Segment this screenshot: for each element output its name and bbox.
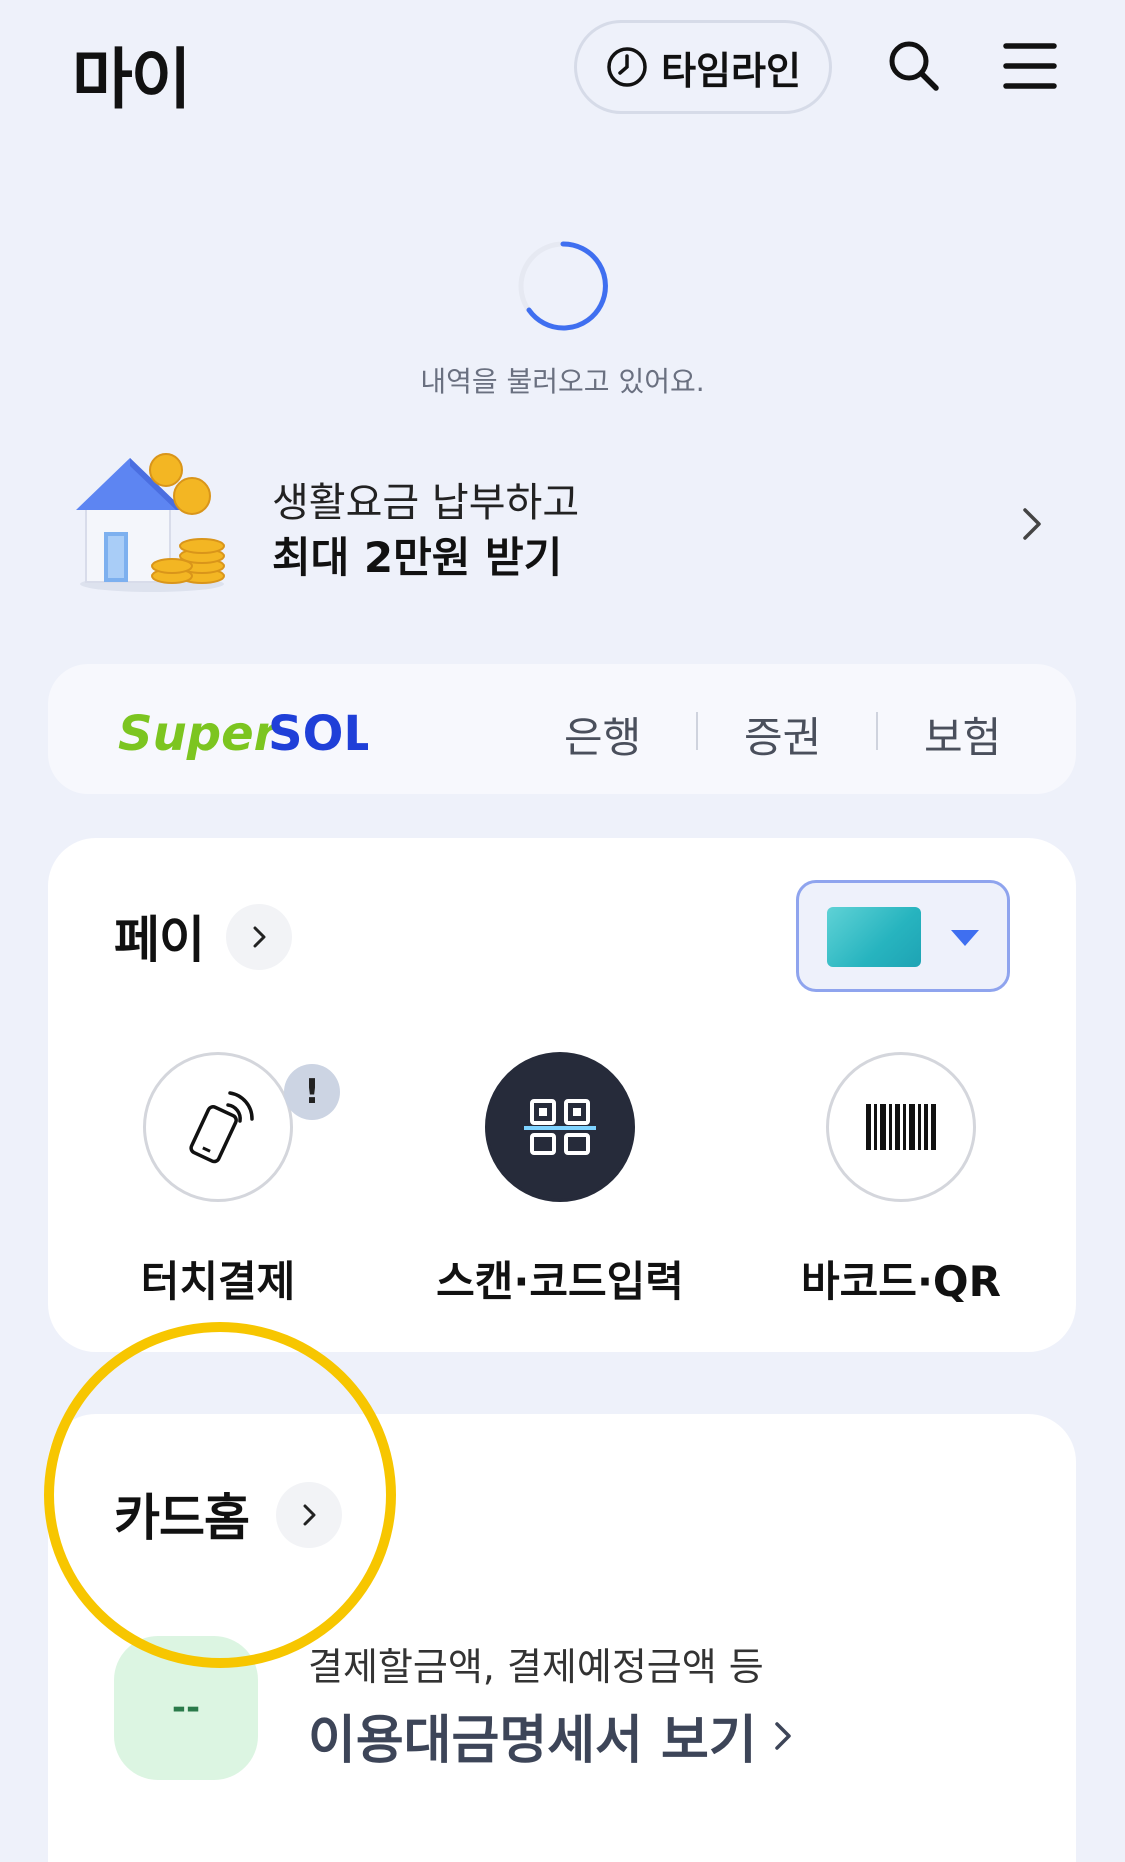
clock-icon [607,47,647,87]
touch-pay-label: 터치결제 [140,1257,296,1306]
hamburger-icon [1003,43,1057,89]
page-title: 마이 [72,41,191,118]
promo-line2: 최대 2만원 받기 [272,533,563,582]
tab-divider [696,712,698,750]
pay-more-button[interactable] [226,904,292,970]
promo-line1: 생활요금 납부하고 [272,480,580,526]
barcode-icon [866,1104,936,1150]
alert-badge: ! [284,1064,340,1120]
barcode-qr-label: 바코드·QR [801,1257,1001,1306]
header: 마이 타임라인 [0,0,1125,140]
highlight-circle-annotation [44,1322,396,1668]
search-icon [889,41,939,91]
barcode-qr-button[interactable] [826,1052,976,1202]
supersol-logo: Super SOL [118,706,368,762]
view-statement-link[interactable]: 이용대금명세서 보기 [308,1698,795,1773]
tab-insurance[interactable]: 보험 [924,704,1001,765]
scan-code-item[interactable]: 스캔·코드입력 [436,1052,684,1312]
scan-code-button[interactable] [485,1052,635,1202]
promo-banner[interactable]: 생활요금 납부하고 최대 2만원 받기 [72,444,1062,594]
tab-securities[interactable]: 증권 [744,704,821,765]
menu-button[interactable] [1000,38,1060,94]
supersol-logo-sol: SOL [268,706,368,762]
loading-spinner [518,241,608,331]
house-coins-icon [76,453,225,592]
supersol-bar: Super SOL 은행 증권 보험 [48,664,1076,794]
view-statement-label: 이용대금명세서 보기 [308,1711,757,1771]
touch-pay-item[interactable]: ! 터치결제 [108,1052,340,1312]
timeline-label: 타임라인 [661,48,801,93]
pay-section: 페이 ! 터치결제 스캔·코드입력 바코드·QR [48,838,1076,1352]
credit-card-thumbnail [827,907,921,967]
search-button[interactable] [884,36,944,96]
barcode-qr-item[interactable]: 바코드·QR [791,1052,1011,1312]
supersol-logo-super: Super [118,706,281,762]
qr-scan-icon [524,1099,596,1155]
phone-nfc-icon [189,1091,254,1164]
dropdown-triangle-icon [951,930,979,946]
pay-title[interactable]: 페이 [114,900,205,972]
timeline-button[interactable]: 타임라인 [574,20,832,114]
chevron-right-icon [1023,508,1041,540]
tab-bank[interactable]: 은행 [564,704,641,765]
chevron-right-icon [253,926,266,948]
chevron-right-icon [774,1721,791,1750]
touch-pay-button[interactable] [143,1052,293,1202]
loading-text: 내역을 불러오고 있어요. [420,365,705,398]
tab-divider [876,712,878,750]
statement-subtitle: 결제할금액, 결제예정금액 등 [308,1645,764,1689]
card-selector[interactable] [796,880,1010,992]
scan-code-label: 스캔·코드입력 [436,1257,684,1306]
